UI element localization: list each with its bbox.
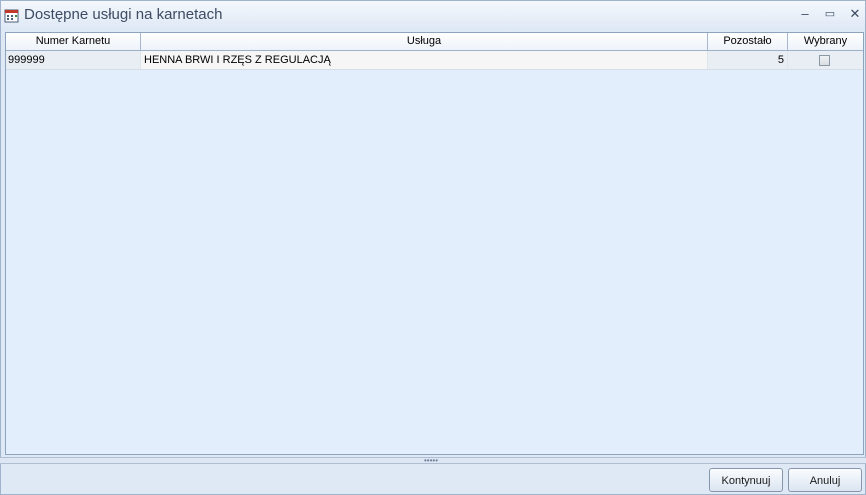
column-header-remaining[interactable]: Pozostało: [708, 33, 788, 50]
splitter-handle[interactable]: •••••: [0, 456, 866, 465]
column-header-card-number[interactable]: Numer Karnetu: [6, 33, 141, 50]
cell-card-number: 999999: [6, 51, 141, 69]
continue-button[interactable]: Kontynuuj: [709, 468, 783, 492]
grip-dots-icon: •••••: [424, 456, 439, 465]
column-header-selected[interactable]: Wybrany: [788, 33, 863, 50]
calendar-grid-icon: [4, 9, 19, 23]
close-icon[interactable]: ✕: [846, 5, 864, 23]
title-bar[interactable]: Dostępne usługi na karnetach – ▭ ✕: [1, 1, 865, 29]
dialog-window: Dostępne usługi na karnetach – ▭ ✕ Numer…: [0, 0, 866, 495]
services-grid[interactable]: Numer Karnetu Usługa Pozostało Wybrany 9…: [5, 32, 864, 455]
grid-header: Numer Karnetu Usługa Pozostało Wybrany: [6, 33, 863, 51]
cancel-button[interactable]: Anuluj: [788, 468, 862, 492]
cell-service: HENNA BRWI I RZĘS Z REGULACJĄ: [141, 51, 708, 69]
checkbox-unchecked-icon[interactable]: [819, 55, 830, 66]
window-title: Dostępne usługi na karnetach: [24, 6, 223, 23]
table-row[interactable]: 999999 HENNA BRWI I RZĘS Z REGULACJĄ 5: [6, 51, 863, 70]
cell-remaining: 5: [708, 51, 788, 69]
maximize-icon[interactable]: ▭: [821, 5, 839, 23]
minimize-icon[interactable]: –: [796, 5, 814, 23]
column-header-service[interactable]: Usługa: [141, 33, 708, 50]
